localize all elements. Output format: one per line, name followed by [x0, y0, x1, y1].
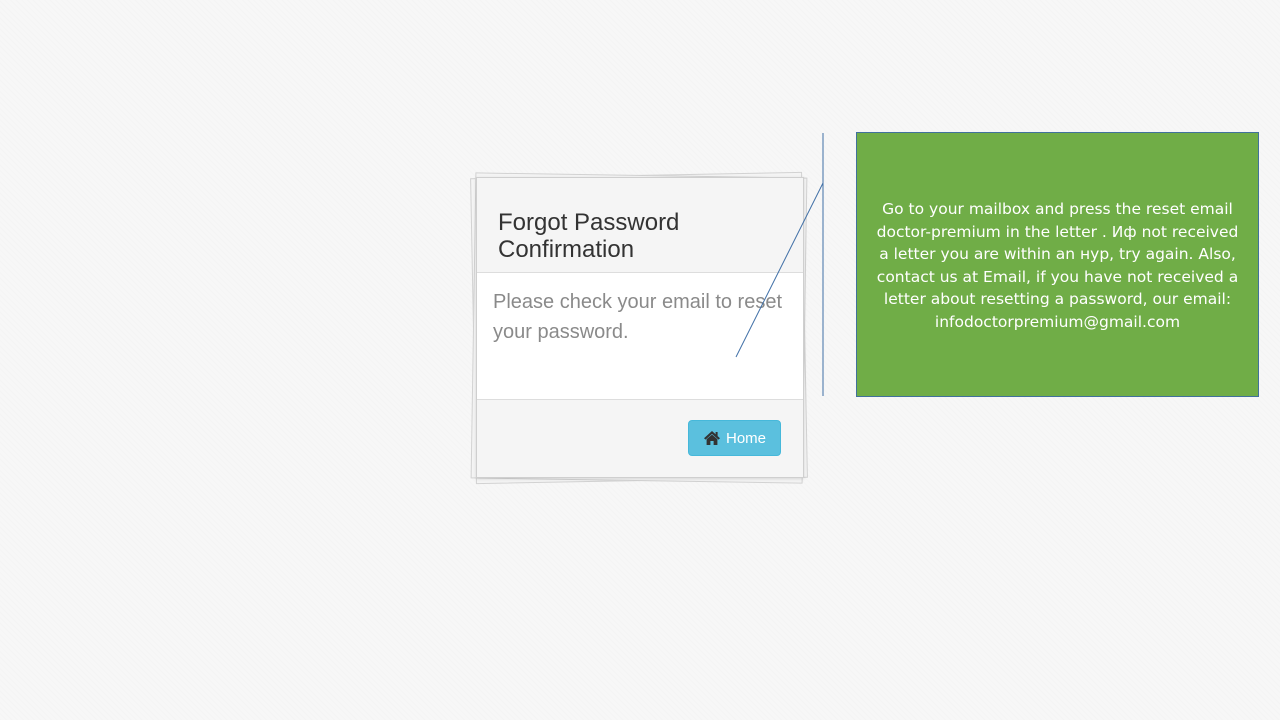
home-button[interactable]: Home	[688, 420, 781, 456]
card-body: Please check your email to reset your pa…	[477, 273, 803, 400]
card-header: Forgot Password Confirmation	[477, 178, 803, 273]
annotation-note-box: Go to your mailbox and press the reset e…	[856, 132, 1259, 397]
forgot-password-confirmation-card: Forgot Password Confirmation Please chec…	[476, 177, 804, 478]
annotation-note-text: Go to your mailbox and press the reset e…	[876, 200, 1239, 331]
page-title: Forgot Password Confirmation	[498, 209, 680, 263]
confirmation-message: Please check your email to reset your pa…	[493, 291, 783, 343]
card-footer: Home	[477, 400, 803, 477]
home-button-label: Home	[725, 429, 766, 447]
home-icon	[703, 430, 721, 446]
